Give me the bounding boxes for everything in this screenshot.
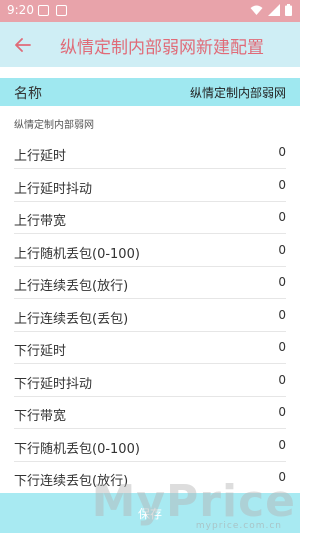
settings-row-label: 下行随机丢包(0-100) xyxy=(14,441,140,457)
settings-row-value[interactable]: 0 xyxy=(278,145,286,159)
a-icon xyxy=(56,5,67,16)
settings-row[interactable]: 上行带宽 0 xyxy=(14,202,286,234)
settings-row-label: 上行带宽 xyxy=(14,214,67,229)
settings-row[interactable]: 上行延时 0 xyxy=(14,137,286,169)
battery-icon xyxy=(285,4,292,16)
settings-row-value[interactable]: 0 xyxy=(278,373,286,387)
back-button[interactable] xyxy=(8,30,38,60)
settings-row-label: 上行连续丢包(丢包) xyxy=(14,311,129,327)
status-right-icons xyxy=(250,4,292,16)
settings-row-label: 下行延时 xyxy=(14,344,67,359)
wifi-icon xyxy=(250,5,263,15)
settings-row[interactable]: 下行延时抖动 0 xyxy=(14,365,286,397)
settings-row[interactable]: 下行带宽 0 xyxy=(14,397,286,429)
bottom-bar: 保存 xyxy=(0,493,300,533)
save-button[interactable]: 保存 xyxy=(0,493,300,533)
settings-row-value[interactable]: 0 xyxy=(278,178,286,192)
settings-row[interactable]: 下行延时 0 xyxy=(14,332,286,364)
settings-row-label: 上行延时 xyxy=(14,149,67,164)
name-value: 纵情定制内部弱网 xyxy=(189,86,286,100)
signal-icon xyxy=(268,4,280,16)
settings-row-value[interactable]: 0 xyxy=(278,243,286,257)
settings-row[interactable]: 上行随机丢包(0-100) 0 xyxy=(14,235,286,267)
settings-row-label: 下行连续丢包(放行) xyxy=(14,474,129,489)
settings-row-label: 上行延时抖动 xyxy=(14,181,93,197)
settings-row-value[interactable]: 0 xyxy=(278,210,286,224)
settings-row[interactable]: 上行延时抖动 0 xyxy=(14,170,286,202)
arrow-left-icon xyxy=(15,38,31,52)
settings-row-label: 下行延时抖动 xyxy=(14,376,93,392)
settings-row-label: 下行带宽 xyxy=(14,409,67,424)
settings-row-label: 上行连续丢包(放行) xyxy=(14,279,129,294)
section-label: 纵情定制内部弱网 xyxy=(14,120,94,131)
settings-row-value[interactable]: 0 xyxy=(278,438,286,452)
settings-row[interactable]: 上行连续丢包(放行) 0 xyxy=(14,267,286,299)
settings-row-value[interactable]: 0 xyxy=(278,340,286,354)
name-label: 名称 xyxy=(14,86,42,102)
settings-row[interactable]: 上行连续丢包(丢包) 0 xyxy=(14,300,286,332)
page-title: 纵情定制内部弱网新建配置 xyxy=(60,38,264,58)
settings-row-value[interactable]: 0 xyxy=(278,470,286,484)
settings-row[interactable]: 下行连续丢包(放行) 0 xyxy=(14,462,286,494)
name-row[interactable]: 名称 纵情定制内部弱网 xyxy=(0,78,300,106)
settings-row[interactable]: 下行随机丢包(0-100) 0 xyxy=(14,430,286,462)
status-time: 9:20 xyxy=(7,3,34,17)
save-button-label: 保存 xyxy=(137,506,162,521)
settings-row-label: 上行随机丢包(0-100) xyxy=(14,246,140,262)
status-bar: 9:20 xyxy=(0,0,300,22)
settings-row-value[interactable]: 0 xyxy=(278,275,286,289)
settings-row-value[interactable]: 0 xyxy=(278,405,286,419)
image-icon xyxy=(38,5,49,16)
settings-row-value[interactable]: 0 xyxy=(278,308,286,322)
app-bar: 纵情定制内部弱网新建配置 xyxy=(0,22,300,67)
